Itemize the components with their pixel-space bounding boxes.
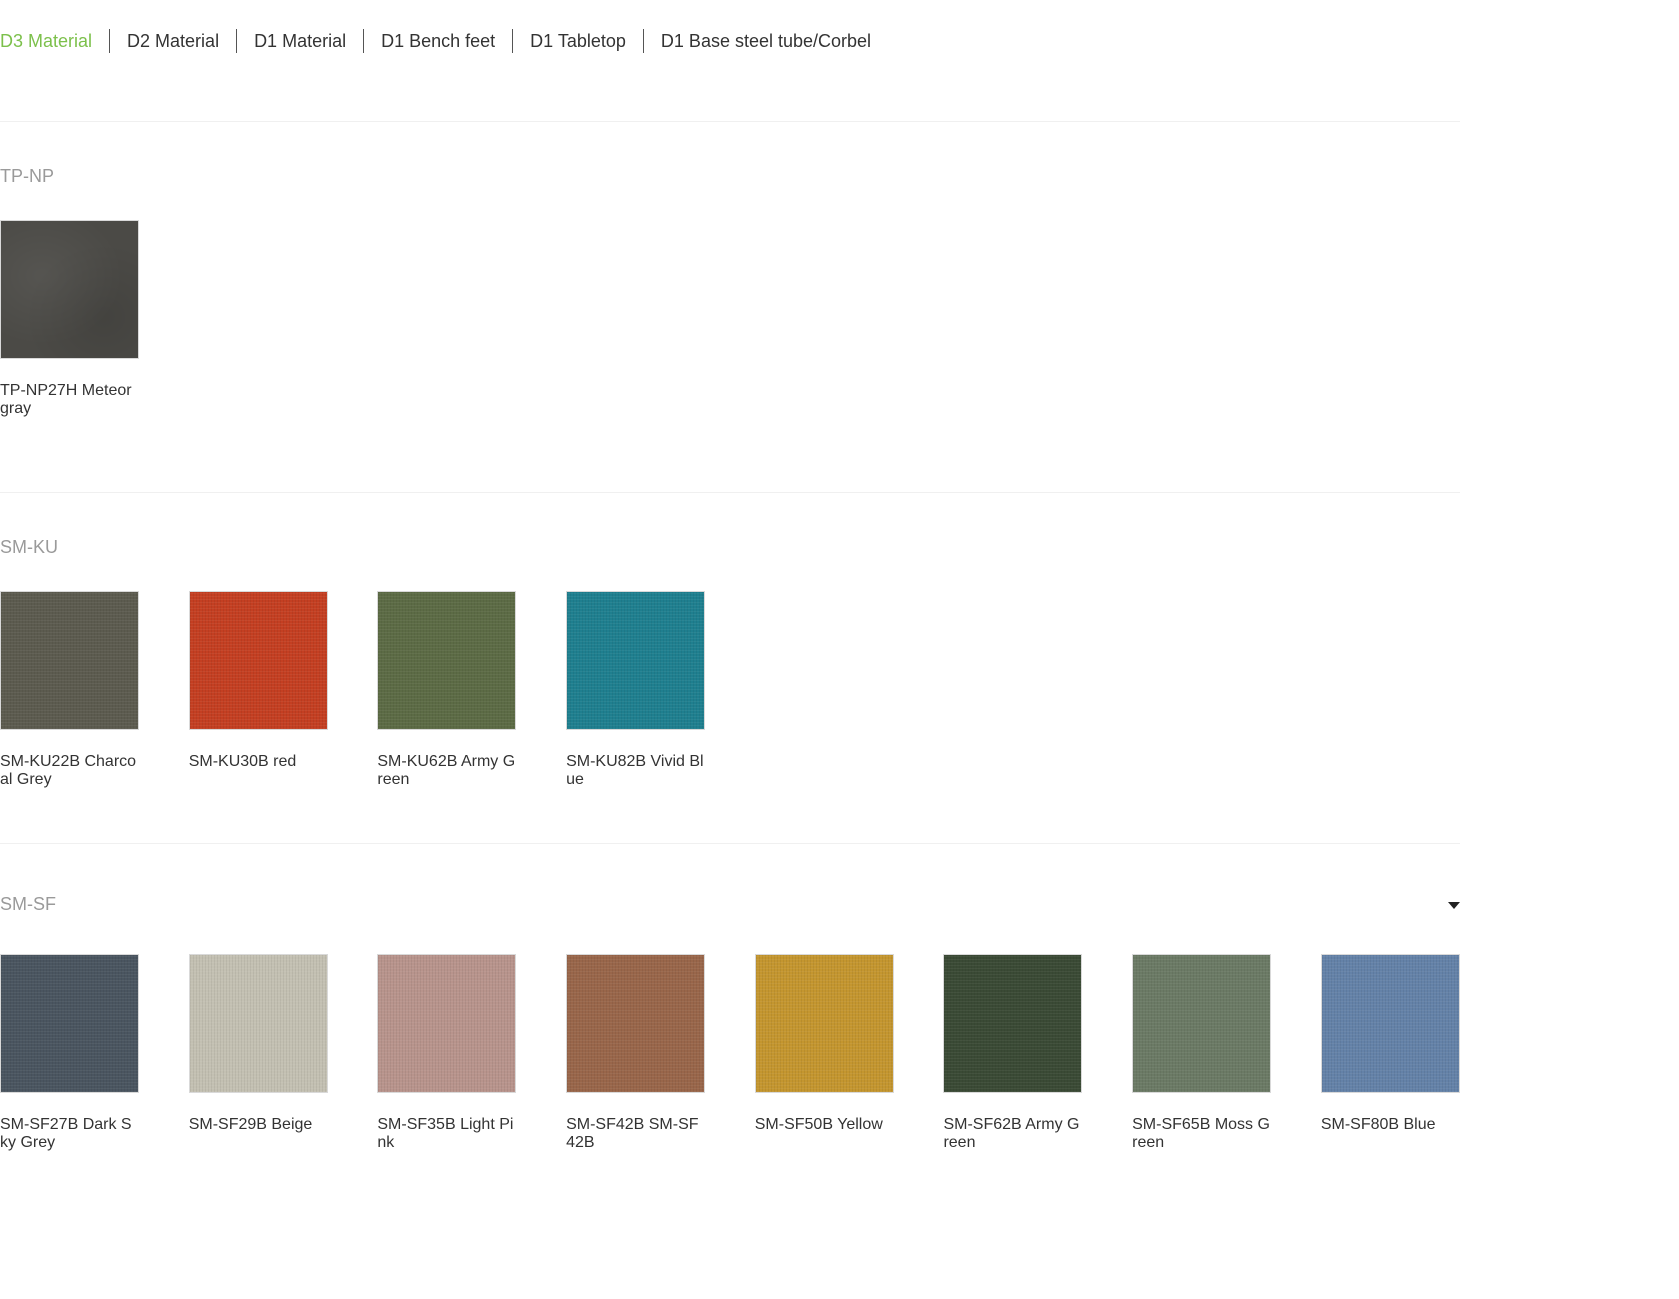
swatch-label: SM-KU82B Vivid Blue bbox=[566, 753, 704, 788]
swatch-label: SM-SF29B Beige bbox=[188, 1116, 313, 1133]
swatch-label: SM-SF50B Yellow bbox=[754, 1116, 883, 1133]
swatch-item[interactable]: SM-SF27B Dark Sky Grey bbox=[0, 954, 139, 1152]
swatch-item[interactable]: SM-KU22B Charcoal Grey bbox=[0, 591, 139, 789]
swatch-image[interactable] bbox=[0, 591, 139, 730]
swatch-item[interactable]: SM-SF29B Beige bbox=[188, 954, 328, 1152]
tab-separator bbox=[109, 29, 111, 53]
material-page: D3 Material D2 Material D1 Material D1 B… bbox=[0, 0, 1460, 1299]
swatch-row-sm-sf: SM-SF27B Dark Sky Grey SM-SF29B Beige SM… bbox=[0, 954, 1460, 1152]
swatch-item[interactable]: SM-SF42B SM-SF42B bbox=[566, 954, 706, 1152]
swatch-image[interactable] bbox=[754, 954, 894, 1093]
swatch-image[interactable] bbox=[188, 591, 328, 730]
section-title-sm-ku: SM-KU bbox=[0, 537, 58, 557]
swatch-image[interactable] bbox=[0, 954, 139, 1093]
swatch-label: SM-SF65B Moss Green bbox=[1132, 1116, 1270, 1151]
swatch-row-tp-np: TP-NP27H Meteor gray bbox=[0, 220, 189, 418]
swatch-item[interactable]: SM-SF62B Army Green bbox=[943, 954, 1083, 1152]
swatch-image[interactable] bbox=[1320, 954, 1460, 1093]
swatch-image[interactable] bbox=[188, 954, 328, 1093]
swatch-image[interactable] bbox=[943, 954, 1083, 1093]
swatch-image[interactable] bbox=[566, 954, 706, 1093]
swatch-item[interactable]: SM-KU30B red bbox=[188, 591, 328, 789]
swatch-item[interactable]: SM-SF65B Moss Green bbox=[1132, 954, 1272, 1152]
swatch-item[interactable]: SM-KU62B Army Green bbox=[377, 591, 517, 789]
swatch-label: SM-SF62B Army Green bbox=[943, 1116, 1080, 1151]
tab-separator bbox=[642, 29, 644, 53]
tab-separator bbox=[363, 29, 365, 53]
swatch-label: SM-SF27B Dark Sky Grey bbox=[0, 1116, 132, 1151]
swatch-item[interactable]: TP-NP27H Meteor gray bbox=[0, 220, 139, 418]
swatch-item[interactable]: SM-SF50B Yellow bbox=[754, 954, 894, 1152]
tab-d3-material[interactable]: D3 Material bbox=[0, 28, 92, 54]
tab-separator bbox=[512, 29, 514, 53]
tab-d1-tabletop[interactable]: D1 Tabletop bbox=[530, 28, 626, 54]
tab-separator bbox=[236, 29, 238, 53]
swatch-image[interactable] bbox=[0, 220, 139, 359]
swatch-label: SM-KU22B Charcoal Grey bbox=[0, 753, 137, 788]
tab-d1-material[interactable]: D1 Material bbox=[254, 28, 346, 54]
tab-d1-bench-feet[interactable]: D1 Bench feet bbox=[381, 28, 495, 54]
section-divider bbox=[0, 121, 1460, 122]
section-divider bbox=[0, 492, 1460, 493]
tab-d2-material[interactable]: D2 Material bbox=[127, 28, 219, 54]
chevron-down-icon[interactable] bbox=[1448, 902, 1460, 909]
swatch-label: SM-KU62B Army Green bbox=[377, 753, 516, 788]
swatch-image[interactable] bbox=[377, 954, 517, 1093]
tab-d1-base-steel-tube[interactable]: D1 Base steel tube/Corbel bbox=[661, 28, 871, 54]
swatch-image[interactable] bbox=[377, 591, 517, 730]
section-divider bbox=[0, 843, 1460, 844]
swatch-label: SM-KU30B red bbox=[188, 753, 297, 770]
material-tabs: D3 Material D2 Material D1 Material D1 B… bbox=[0, 28, 871, 54]
swatch-label: TP-NP27H Meteor gray bbox=[0, 382, 132, 417]
swatch-label: SM-SF80B Blue bbox=[1320, 1116, 1436, 1133]
section-title-tp-np: TP-NP bbox=[0, 166, 54, 186]
section-title-sm-sf: SM-SF bbox=[0, 894, 56, 914]
swatch-item[interactable]: SM-KU82B Vivid Blue bbox=[566, 591, 706, 789]
swatch-image[interactable] bbox=[1132, 954, 1272, 1093]
swatch-item[interactable]: SM-SF80B Blue bbox=[1320, 954, 1460, 1152]
swatch-image[interactable] bbox=[566, 591, 706, 730]
swatch-label: SM-SF35B Light Pink bbox=[377, 1116, 514, 1151]
swatch-row-sm-ku: SM-KU22B Charcoal Grey SM-KU30B red SM-K… bbox=[0, 591, 755, 789]
swatch-item[interactable]: SM-SF35B Light Pink bbox=[377, 954, 517, 1152]
swatch-label: SM-SF42B SM-SF42B bbox=[566, 1116, 699, 1151]
